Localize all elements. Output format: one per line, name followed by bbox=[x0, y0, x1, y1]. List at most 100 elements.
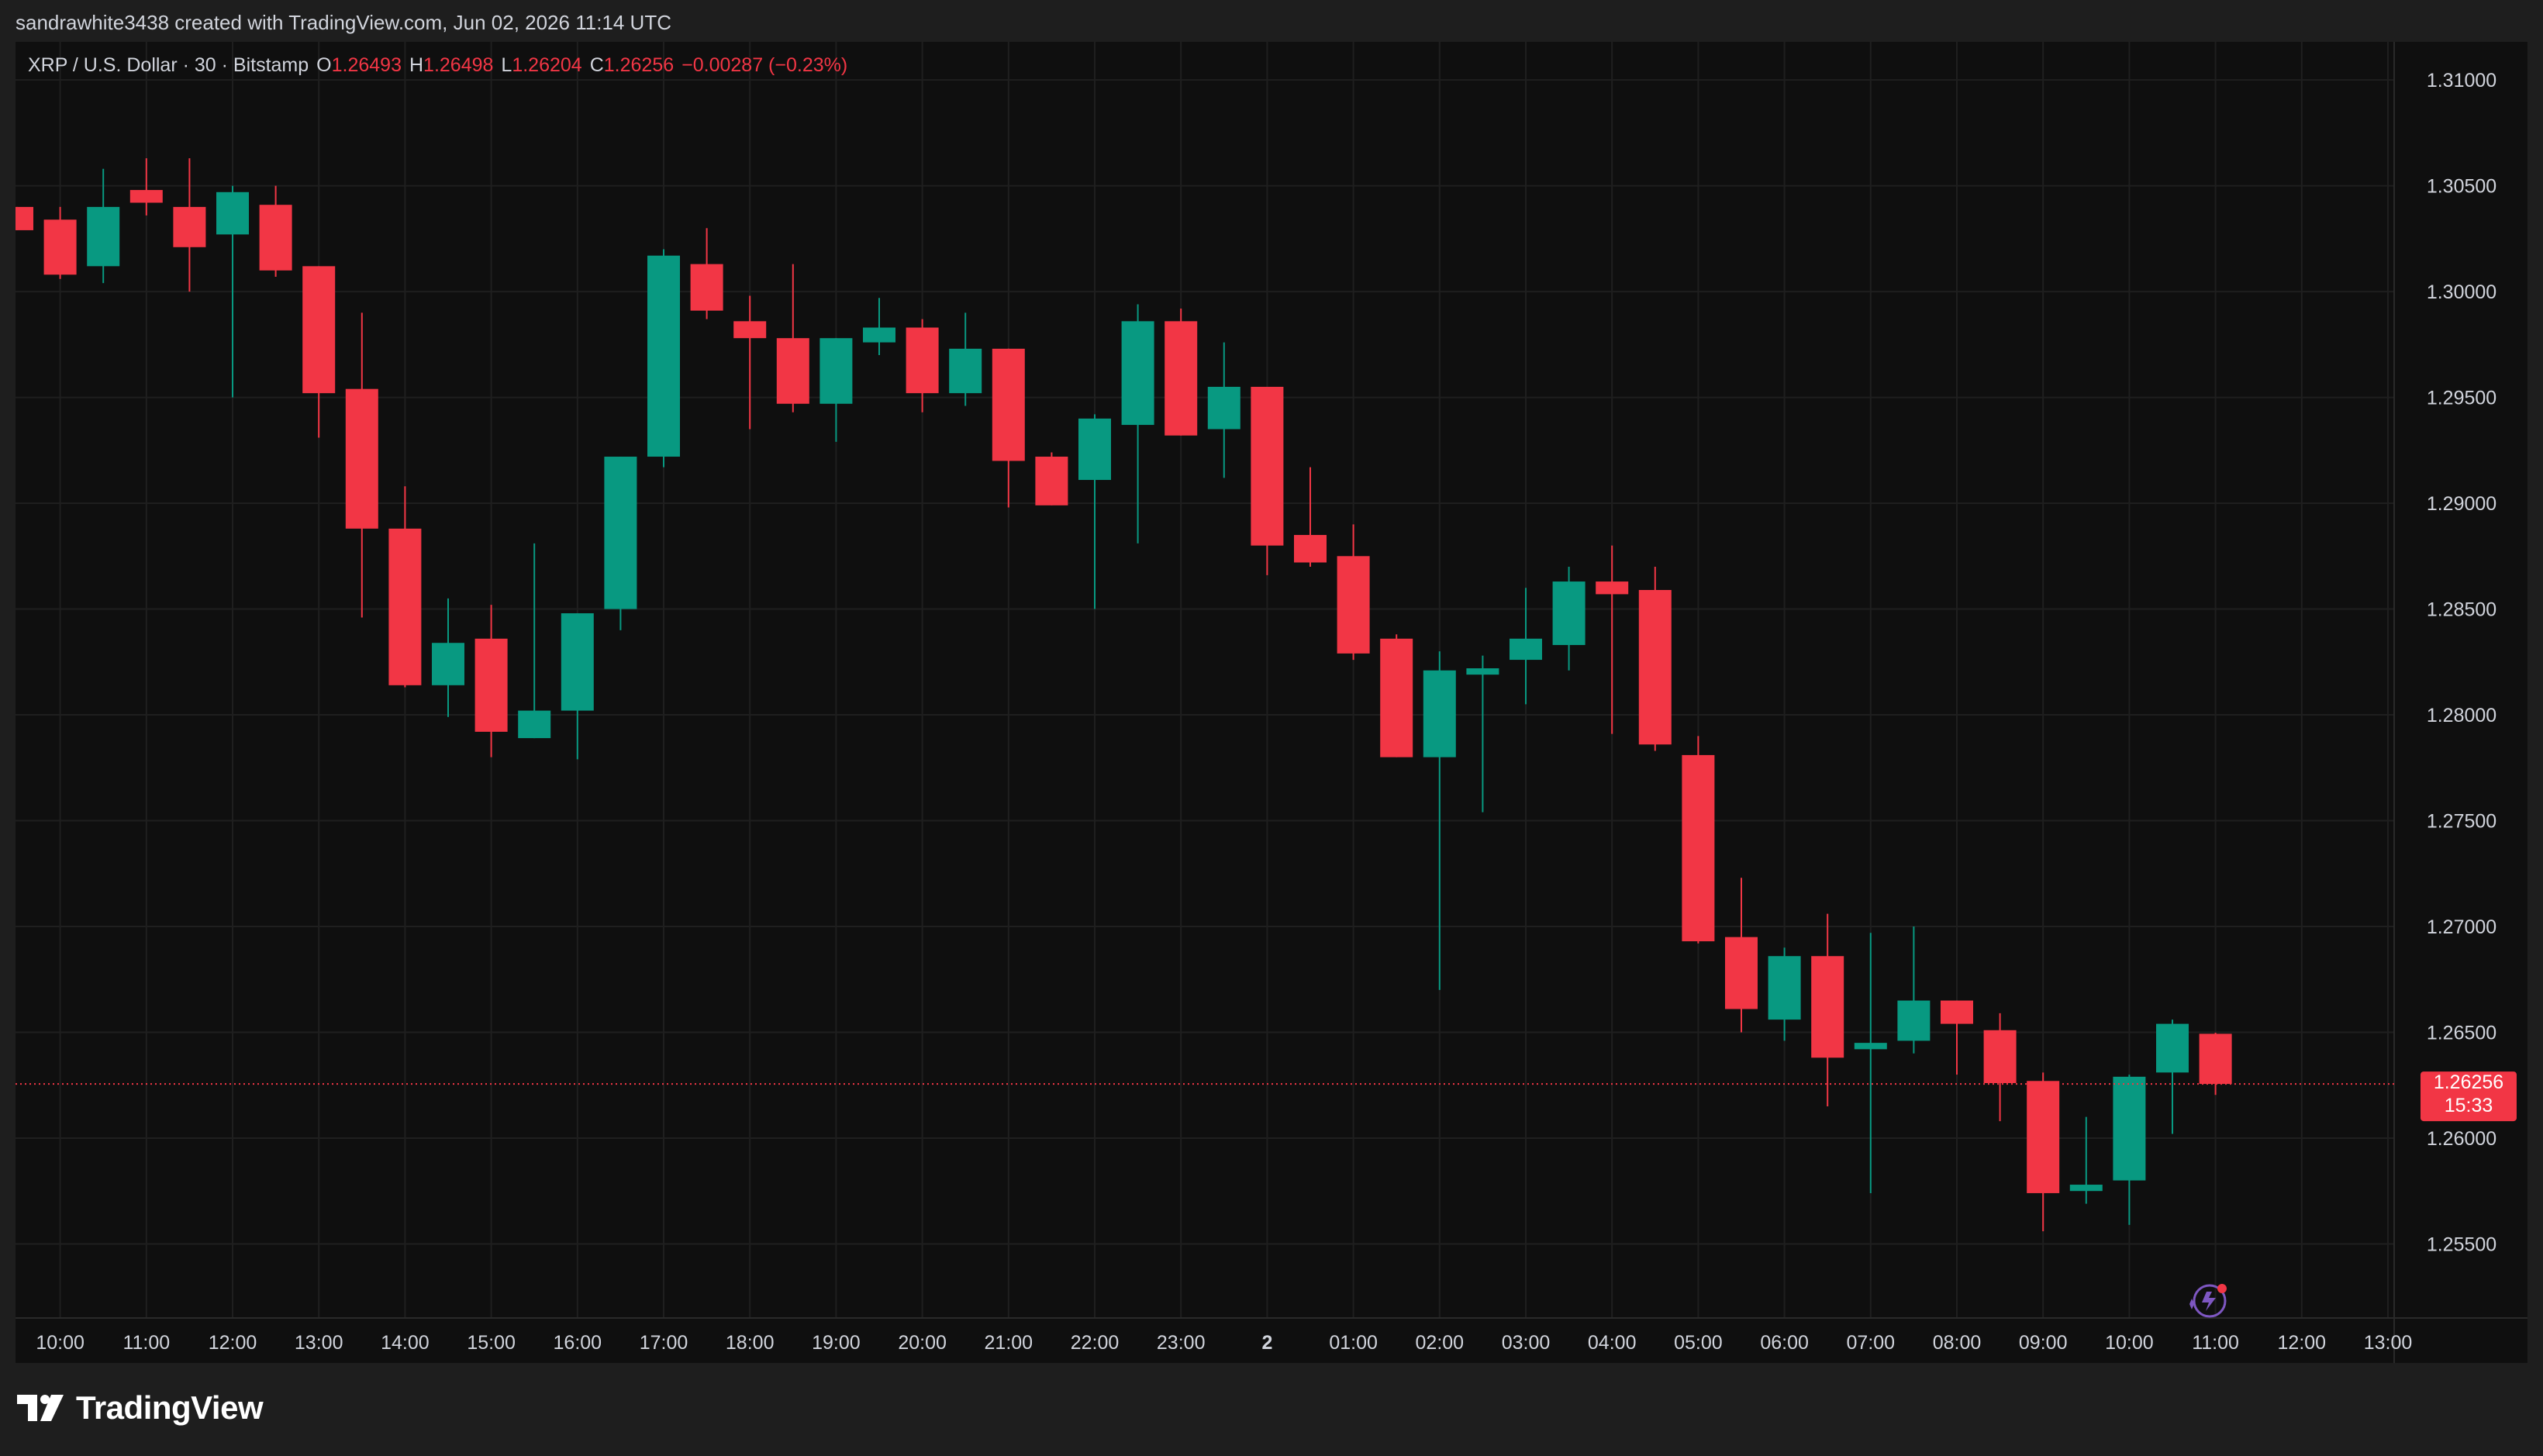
time-tick-label: 11:00 bbox=[2192, 1332, 2239, 1354]
price-tick-label: 1.30500 bbox=[2427, 176, 2496, 198]
candle-body bbox=[2027, 1081, 2060, 1193]
candle bbox=[259, 185, 292, 277]
candle bbox=[1078, 414, 1111, 609]
time-tick-label: 09:00 bbox=[2019, 1332, 2068, 1354]
candle bbox=[863, 298, 895, 355]
price-tick-label: 1.25500 bbox=[2427, 1233, 2496, 1255]
time-axis[interactable]: 10:00 11:00 12:00 13:00 14:00 15:00 16:00 17:00… bbox=[36, 1332, 2412, 1354]
candle-body bbox=[1251, 386, 1284, 546]
close-label: C bbox=[589, 54, 604, 76]
candle bbox=[1207, 342, 1240, 478]
candle bbox=[2199, 1033, 2232, 1095]
candle bbox=[1811, 913, 1844, 1107]
candles bbox=[16, 158, 2232, 1232]
time-tick-label: 11:00 bbox=[122, 1332, 170, 1354]
candle-body bbox=[518, 710, 551, 739]
candle bbox=[2113, 1075, 2146, 1225]
chart-panel[interactable]: 1.31000 1.30500 1.30000 1.29500 1.29000 1.285… bbox=[16, 42, 2527, 1363]
candle-body bbox=[2156, 1023, 2189, 1073]
candle-body bbox=[173, 206, 206, 247]
candle-body bbox=[863, 327, 895, 343]
candle-body bbox=[1423, 670, 1456, 757]
candle bbox=[1294, 467, 1327, 567]
candle-body bbox=[1682, 754, 1715, 942]
time-tick-label: 06:00 bbox=[1760, 1332, 1809, 1354]
close-value: 1.26256 bbox=[603, 54, 675, 76]
candle bbox=[604, 457, 637, 630]
tradingview-logo[interactable]: TradingView bbox=[17, 1389, 264, 1427]
price-tick-label: 1.26000 bbox=[2427, 1128, 2496, 1150]
candle-body bbox=[1941, 1000, 1973, 1024]
candle-body bbox=[1165, 321, 1198, 436]
time-tick-label: 20:00 bbox=[898, 1332, 947, 1354]
candle bbox=[776, 264, 809, 412]
candle-body bbox=[432, 643, 464, 685]
candle bbox=[388, 486, 422, 688]
candle-body bbox=[1510, 638, 1542, 661]
candle-body bbox=[949, 348, 982, 394]
candle-body bbox=[1811, 956, 1844, 1058]
candle-body bbox=[1121, 321, 1154, 426]
ai-assistant-icon[interactable] bbox=[2189, 1284, 2227, 1318]
candle-body bbox=[16, 206, 33, 230]
candle-body bbox=[906, 327, 939, 394]
candle bbox=[1251, 386, 1284, 575]
candle bbox=[129, 158, 163, 216]
time-tick-label: 04:00 bbox=[1588, 1332, 1637, 1354]
candle-body bbox=[2199, 1033, 2232, 1085]
candle-body bbox=[561, 613, 594, 711]
candlestick-chart[interactable]: 1.31000 1.30500 1.30000 1.29500 1.29000 1.285… bbox=[16, 42, 2527, 1363]
price-tick-label: 1.31000 bbox=[2427, 70, 2496, 91]
candle bbox=[1380, 634, 1413, 757]
time-tick-label: 21:00 bbox=[985, 1332, 1033, 1354]
candle bbox=[690, 228, 723, 319]
candle bbox=[1638, 566, 1672, 751]
time-tick-label: 19:00 bbox=[812, 1332, 861, 1354]
candle-body bbox=[2069, 1185, 2103, 1192]
time-tick-label: 07:00 bbox=[1847, 1332, 1896, 1354]
candle bbox=[1941, 1000, 1973, 1075]
candle-body bbox=[1768, 956, 1801, 1020]
time-tick-label: 16:00 bbox=[554, 1332, 602, 1354]
high-value: 1.26498 bbox=[423, 54, 494, 76]
candle bbox=[1596, 545, 1629, 734]
candle bbox=[1466, 655, 1499, 813]
price-tick-label: 1.27500 bbox=[2427, 811, 2496, 833]
candle bbox=[1510, 588, 1542, 705]
candle bbox=[1121, 304, 1154, 543]
candle bbox=[949, 312, 982, 406]
candle-body bbox=[259, 205, 292, 271]
candle-body bbox=[1337, 556, 1370, 654]
time-tick-label: 05:00 bbox=[1674, 1332, 1723, 1354]
candle-body bbox=[1466, 668, 1499, 675]
candle bbox=[1983, 1013, 2017, 1122]
time-tick-label: 13:00 bbox=[295, 1332, 343, 1354]
price-tick-label: 1.30000 bbox=[2427, 281, 2496, 303]
candle bbox=[2156, 1020, 2189, 1134]
candle-body bbox=[733, 321, 767, 339]
candle-body bbox=[345, 388, 378, 529]
candle-body bbox=[1725, 937, 1758, 1009]
change-value: −0.00287 (−0.23%) bbox=[681, 54, 848, 76]
candle bbox=[518, 543, 551, 739]
time-tick-label: 2 bbox=[1261, 1332, 1272, 1354]
candle-body bbox=[1078, 418, 1111, 481]
symbol-name[interactable]: XRP / U.S. Dollar · 30 · Bitstamp bbox=[28, 54, 309, 76]
candle-body bbox=[43, 219, 77, 275]
candle-body bbox=[1552, 581, 1585, 645]
time-tick-label: 03:00 bbox=[1502, 1332, 1551, 1354]
candle bbox=[1768, 947, 1801, 1041]
last-price-tag: 1.26256 15:33 bbox=[2421, 1071, 2517, 1122]
candle-body bbox=[474, 638, 508, 732]
candle-body bbox=[216, 191, 249, 235]
candle bbox=[992, 348, 1025, 508]
candle-body bbox=[1897, 1000, 1931, 1041]
candle-body bbox=[647, 255, 680, 457]
candle-body bbox=[1983, 1030, 2017, 1084]
time-tick-label: 10:00 bbox=[36, 1332, 85, 1354]
candle bbox=[1552, 566, 1585, 671]
time-tick-label: 22:00 bbox=[1071, 1332, 1120, 1354]
open-value: 1.26493 bbox=[331, 54, 402, 76]
candle bbox=[474, 605, 508, 757]
candle-body bbox=[1035, 457, 1068, 505]
